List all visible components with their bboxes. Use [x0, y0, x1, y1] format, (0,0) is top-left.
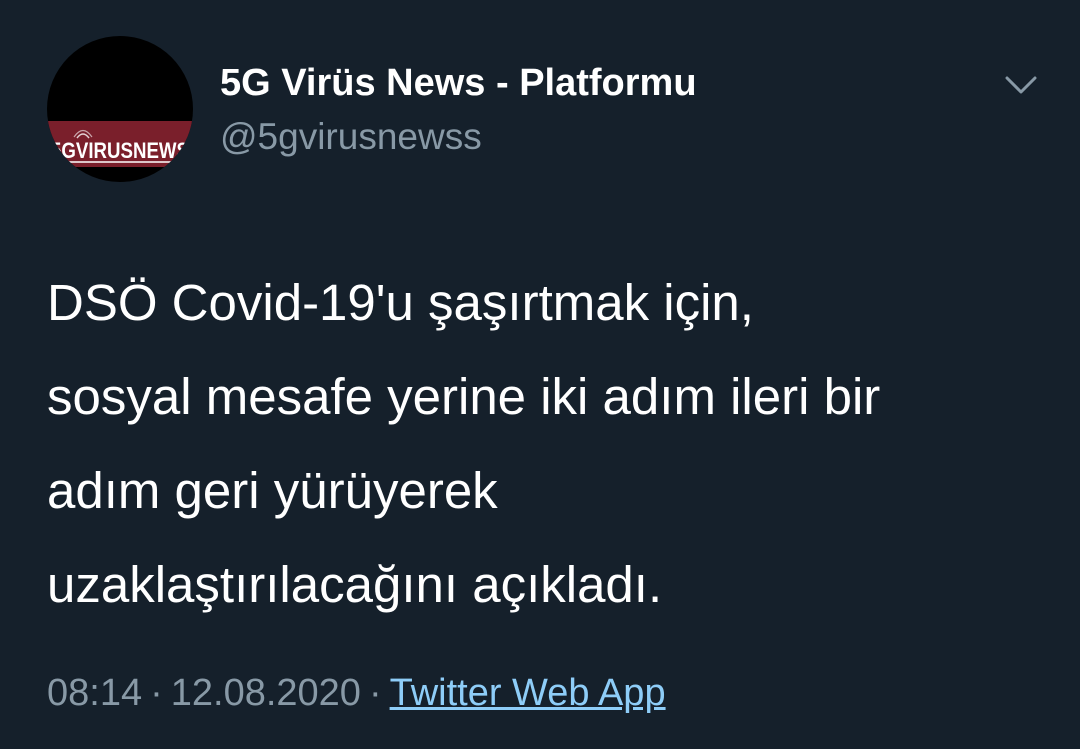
tweet-card: 5GVIRUSNEWS 5G Virüs News - Platformu @5…	[0, 0, 1080, 749]
tweet-text: DSÖ Covid-19'u şaşırtmak için, sosyal me…	[47, 256, 1037, 632]
tweet-meta: 08:14 · 12.08.2020 · Twitter Web App	[47, 672, 666, 715]
author-handle[interactable]: @5gvirusnewss	[220, 116, 482, 158]
tweet-text-line: adım geri yürüyerek	[47, 462, 498, 519]
tweet-date[interactable]: 12.08.2020	[171, 672, 361, 714]
tweet-source-link[interactable]: Twitter Web App	[390, 672, 666, 714]
chevron-down-icon[interactable]	[1002, 70, 1040, 98]
tweet-time[interactable]: 08:14	[47, 672, 142, 714]
tweet-text-line: sosyal mesafe yerine iki adım ileri bir	[47, 368, 881, 425]
avatar[interactable]: 5GVIRUSNEWS	[47, 36, 193, 182]
meta-separator: ·	[368, 672, 382, 714]
avatar-logo-text: 5GVIRUSNEWS	[51, 138, 189, 163]
avatar-logo: 5GVIRUSNEWS	[51, 129, 189, 163]
meta-separator: ·	[150, 672, 163, 714]
tweet-text-line: DSÖ Covid-19'u şaşırtmak için,	[47, 274, 754, 331]
author-display-name[interactable]: 5G Virüs News - Platformu	[220, 62, 697, 105]
tweet-text-line: uzaklaştırılacağını açıkladı.	[47, 556, 663, 613]
